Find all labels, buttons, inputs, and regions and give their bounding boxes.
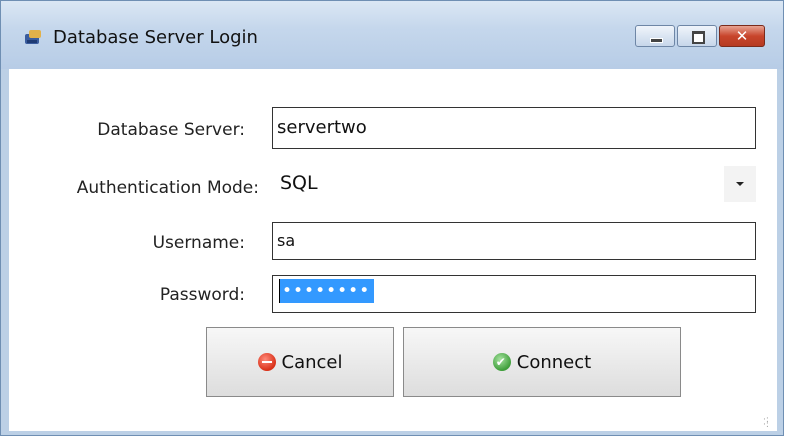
authentication-mode-value: SQL (280, 172, 318, 194)
close-icon: ✕ (735, 27, 749, 45)
minimize-icon (650, 38, 663, 43)
cancel-button-label: Cancel (281, 351, 343, 373)
authentication-mode-label: Authentication Mode: (76, 178, 259, 198)
cancel-button[interactable]: Cancel (206, 327, 394, 397)
form-area: Database Server: servertwo Authenticatio… (9, 69, 777, 431)
maximize-button[interactable] (677, 25, 717, 47)
password-label: Password: (159, 285, 245, 305)
username-input[interactable]: sa (272, 222, 756, 260)
connect-button-label: Connect (516, 351, 592, 373)
window-controls: ✕ (633, 25, 765, 47)
chevron-down-icon[interactable] (724, 166, 756, 202)
check-circle-icon (492, 353, 511, 371)
database-server-input[interactable]: servertwo (272, 107, 756, 149)
login-window: Database Server Login ✕ Database Server:… (0, 0, 784, 436)
minimize-button[interactable] (635, 25, 675, 47)
authentication-mode-select[interactable]: SQL (272, 166, 756, 202)
window-title: Database Server Login (53, 27, 258, 48)
maximize-icon (692, 31, 705, 44)
database-login-icon (25, 30, 41, 44)
username-label: Username: (152, 233, 245, 253)
database-server-label: Database Server: (97, 120, 245, 140)
password-input[interactable]: •••••••• (272, 275, 756, 313)
password-value-selected: •••••••• (280, 279, 375, 303)
title-bar[interactable]: Database Server Login ✕ (1, 1, 783, 69)
cancel-circle-icon (257, 353, 276, 371)
resize-grip-icon[interactable]: ·: ·: (763, 416, 773, 430)
close-button[interactable]: ✕ (719, 25, 765, 47)
connect-button[interactable]: Connect (403, 327, 681, 397)
